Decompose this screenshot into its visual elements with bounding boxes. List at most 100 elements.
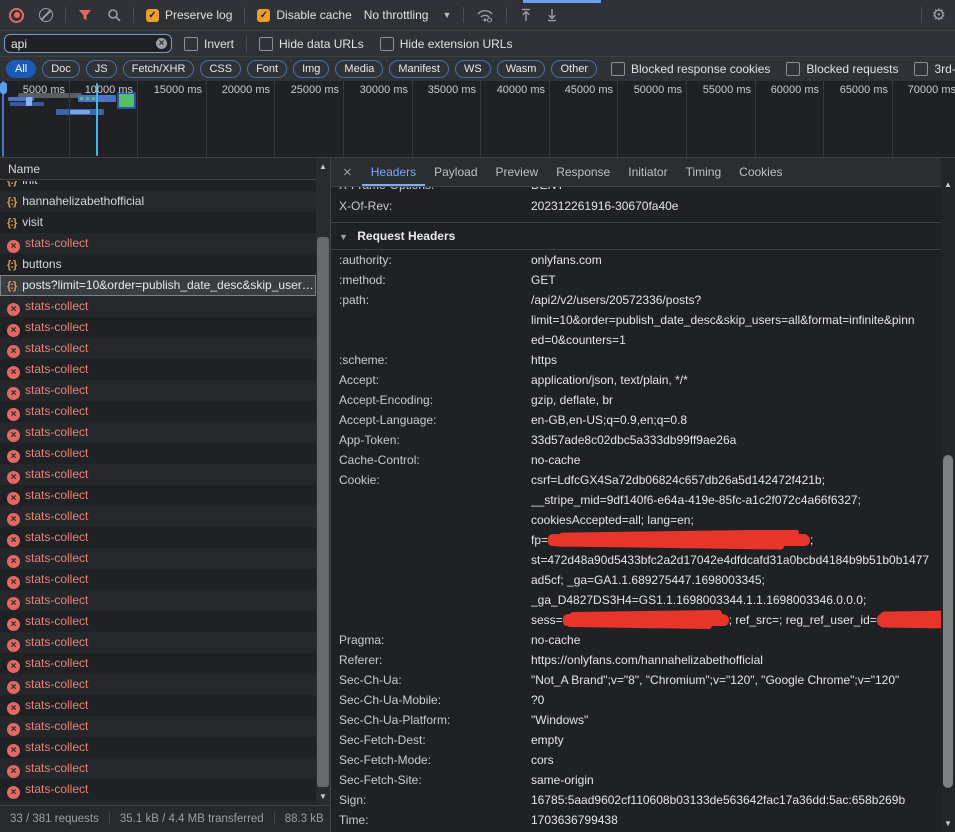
export-har-icon[interactable] [545,8,559,22]
request-row[interactable]: ×stats-collect [0,779,316,800]
tab-cookies[interactable]: Cookies [730,159,791,186]
clear-network-log-icon[interactable] [39,8,53,22]
filter-pill-fetch-xhr[interactable]: Fetch/XHR [123,60,195,78]
request-row[interactable]: {:}posts?limit=10&order=publish_date_des… [0,275,316,296]
scroll-up-icon[interactable]: ▲ [941,180,955,189]
redaction-scribble [548,534,810,546]
request-row[interactable]: ×stats-collect [0,548,316,569]
scroll-up-icon[interactable]: ▲ [316,162,330,171]
error-icon: × [7,240,20,253]
network-toolbar: ✓ Preserve log ✓ Disable cache No thrott… [0,0,955,31]
checkbox-3rd-party-requests[interactable]: 3rd-party requests [914,62,955,76]
request-row[interactable]: ×stats-collect [0,485,316,506]
filter-pill-media[interactable]: Media [335,60,383,78]
header-value: same-origin [531,770,955,790]
close-icon[interactable]: × [331,164,362,181]
request-row[interactable]: ×stats-collect [0,317,316,338]
request-row[interactable]: ×stats-collect [0,359,316,380]
header-value-line: 1703636799438 [531,810,955,830]
tab-headers[interactable]: Headers [362,159,425,186]
preserve-log-checkbox[interactable]: ✓ Preserve log [146,8,232,22]
name-column-header[interactable]: Name [0,158,330,180]
filter-pill-other[interactable]: Other [551,60,597,78]
settings-gear-icon[interactable]: ⚙ [932,5,946,25]
tab-initiator[interactable]: Initiator [619,159,676,186]
filter-input[interactable] [4,34,172,53]
request-row[interactable]: ×stats-collect [0,380,316,401]
request-row[interactable]: ×stats-collect [0,695,316,716]
header-name: Pragma: [339,630,531,650]
request-row[interactable]: ×stats-collect [0,611,316,632]
disable-cache-checkbox[interactable]: ✓ Disable cache [257,8,351,22]
request-row[interactable]: ×stats-collect [0,758,316,779]
request-name: stats-collect [25,467,88,481]
header-name: Sec-Fetch-Site: [339,770,531,790]
invert-checkbox[interactable]: Invert [184,37,234,51]
header-value-line: "Windows" [531,710,955,730]
request-row[interactable]: ×stats-collect [0,653,316,674]
request-row[interactable]: {:}hannahelizabethofficial [0,191,316,212]
request-row[interactable]: {:}buttons [0,254,316,275]
record-icon[interactable] [9,8,24,23]
scrollbar-thumb[interactable] [943,455,953,788]
hide-data-urls-checkbox[interactable]: Hide data URLs [259,37,364,51]
header-value: /api2/v2/users/20572336/posts?limit=10&o… [531,290,955,350]
chevron-down-icon[interactable]: ▼ [442,10,451,20]
request-row[interactable]: ×stats-collect [0,338,316,359]
request-row[interactable]: {:}visit [0,212,316,233]
tab-payload[interactable]: Payload [425,159,486,186]
request-row[interactable]: ×stats-collect [0,233,316,254]
tab-response[interactable]: Response [547,159,619,186]
header-name: X-Of-Rev: [339,196,531,216]
request-row[interactable]: ×stats-collect [0,569,316,590]
network-conditions-icon[interactable] [476,8,494,23]
error-icon: × [7,681,20,694]
filter-pill-ws[interactable]: WS [455,60,491,78]
request-name: stats-collect [25,761,88,775]
request-row[interactable]: ×stats-collect [0,590,316,611]
filter-pill-all[interactable]: All [6,60,36,78]
import-har-icon[interactable] [519,8,533,22]
clear-filter-icon[interactable]: × [156,38,167,49]
request-headers-section[interactable]: ▼ Request Headers [331,222,955,250]
filter-pill-font[interactable]: Font [247,60,287,78]
request-row[interactable]: {:}init [0,181,316,191]
request-row[interactable]: ×stats-collect [0,401,316,422]
filter-pill-img[interactable]: Img [293,60,329,78]
header-row: Cookie:csrf=LdfcGX4Sa72db06824c657db26a5… [331,470,955,630]
request-name: stats-collect [25,320,88,334]
request-row[interactable]: ×stats-collect [0,296,316,317]
request-row[interactable]: ×stats-collect [0,674,316,695]
scrollbar-thumb[interactable] [317,237,329,787]
filter-pill-js[interactable]: JS [86,60,117,78]
checkbox-blocked-response-cookies[interactable]: Blocked response cookies [611,62,770,76]
filter-icon[interactable] [78,9,92,22]
request-row[interactable]: ×stats-collect [0,716,316,737]
filter-pill-css[interactable]: CSS [200,60,241,78]
disclosure-triangle-icon[interactable]: ▼ [339,232,348,242]
scroll-down-icon[interactable]: ▼ [941,819,955,828]
filter-pill-doc[interactable]: Doc [42,60,80,78]
json-icon: {:} [7,259,16,271]
request-row[interactable]: ×stats-collect [0,443,316,464]
checkbox-blocked-requests[interactable]: Blocked requests [786,62,898,76]
hide-extension-urls-checkbox[interactable]: Hide extension URLs [380,37,513,51]
network-overview-timeline[interactable]: 5000 ms10000 ms15000 ms20000 ms25000 ms3… [0,81,955,158]
throttling-select[interactable]: No throttling [364,8,429,22]
request-name: posts?limit=10&order=publish_date_desc&s… [22,278,314,292]
request-list-scrollbar[interactable]: ▲ ▼ [316,158,330,805]
request-row[interactable]: ×stats-collect [0,506,316,527]
request-row[interactable]: ×stats-collect [0,737,316,758]
search-icon[interactable] [107,8,121,22]
transferred-size: 35.1 kB / 4.4 MB transferred [109,813,274,825]
filter-pill-manifest[interactable]: Manifest [389,60,449,78]
request-row[interactable]: ×stats-collect [0,422,316,443]
tab-timing[interactable]: Timing [677,159,731,186]
request-row[interactable]: ×stats-collect [0,632,316,653]
details-scrollbar[interactable]: ▲ ▼ [941,158,955,832]
request-row[interactable]: ×stats-collect [0,464,316,485]
request-row[interactable]: ×stats-collect [0,527,316,548]
filter-pill-wasm[interactable]: Wasm [497,60,546,78]
scroll-down-icon[interactable]: ▼ [316,792,330,801]
tab-preview[interactable]: Preview [487,159,548,186]
